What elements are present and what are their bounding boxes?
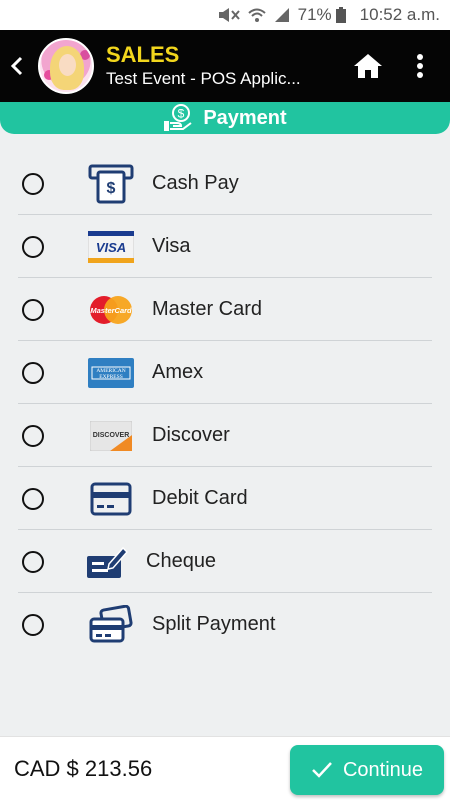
- more-menu-button[interactable]: [410, 46, 430, 86]
- continue-button[interactable]: Continue: [290, 745, 444, 795]
- svg-text:MasterCard: MasterCard: [90, 306, 132, 315]
- clock: 10:52 a.m.: [359, 5, 440, 24]
- payment-option-master-card[interactable]: MasterCard Master Card: [0, 278, 450, 341]
- payment-hand-icon: $: [164, 104, 192, 131]
- split-payment-icon: [88, 604, 134, 645]
- payment-method-list: $ Cash Pay VISA Visa MasterCard Master C…: [0, 152, 450, 656]
- wifi-icon: [247, 7, 266, 23]
- svg-text:EXPRESS: EXPRESS: [99, 374, 123, 380]
- home-icon: [354, 54, 382, 78]
- back-button[interactable]: [2, 30, 32, 102]
- payment-option-cheque[interactable]: Cheque: [0, 530, 450, 593]
- payment-option-discover[interactable]: DISCOVER Discover: [0, 404, 450, 467]
- payment-option-visa[interactable]: VISA Visa: [0, 215, 450, 278]
- payment-option-amex[interactable]: AMERICAN EXPRESS Amex: [0, 341, 450, 404]
- payment-option-label: Split Payment: [152, 613, 276, 635]
- radio-button[interactable]: [22, 172, 44, 195]
- radio-button[interactable]: [22, 235, 44, 258]
- payment-option-split-payment[interactable]: Split Payment: [0, 593, 450, 656]
- payment-option-label: Cash Pay: [152, 172, 239, 194]
- cheque-icon: [84, 542, 130, 582]
- atm-cash-icon: $: [88, 164, 134, 204]
- continue-label: Continue: [342, 758, 424, 781]
- battery-percent: 71%: [297, 5, 332, 24]
- payment-option-debit-card[interactable]: Debit Card: [0, 467, 450, 530]
- visa-card-icon: VISA: [88, 227, 134, 267]
- status-bar: 71% 10:52 a.m.: [0, 0, 450, 30]
- radio-button[interactable]: [22, 613, 44, 636]
- svg-text:VISA: VISA: [96, 240, 126, 255]
- payment-option-label: Visa: [152, 235, 191, 257]
- chevron-left-icon: [10, 56, 23, 76]
- payment-option-label: Amex: [152, 361, 204, 383]
- header-titles: SALES Test Event - POS Applic...: [106, 42, 348, 90]
- home-button[interactable]: [348, 46, 388, 86]
- total-amount: CAD $ 213.56: [14, 756, 153, 781]
- payment-option-label: Cheque: [146, 550, 217, 572]
- payment-section-header: $ Payment: [0, 102, 450, 134]
- checkmark-icon: [311, 761, 333, 779]
- radio-button[interactable]: [22, 361, 44, 384]
- svg-text:$: $: [107, 180, 116, 197]
- discover-card-icon: DISCOVER: [88, 416, 134, 456]
- svg-text:$: $: [178, 107, 185, 121]
- page-title: SALES: [106, 42, 180, 67]
- radio-button[interactable]: [22, 424, 44, 447]
- app-header: SALES Test Event - POS Applic...: [0, 30, 450, 102]
- more-vertical-icon: [417, 54, 423, 78]
- page-subtitle: Test Event - POS Applic...: [106, 69, 301, 88]
- svg-text:DISCOVER: DISCOVER: [93, 432, 130, 439]
- payment-option-label: Discover: [152, 424, 230, 446]
- radio-button[interactable]: [22, 550, 44, 573]
- debit-card-icon: [88, 479, 134, 519]
- signal-icon: [274, 7, 290, 23]
- payment-option-label: Master Card: [152, 298, 263, 320]
- payment-option-cash-pay[interactable]: $ Cash Pay: [0, 152, 450, 215]
- radio-button[interactable]: [22, 487, 44, 510]
- avatar: [38, 38, 94, 94]
- mute-icon: [218, 7, 240, 23]
- amex-card-icon: AMERICAN EXPRESS: [88, 353, 134, 393]
- battery-icon: [335, 7, 346, 23]
- payment-option-label: Debit Card: [152, 487, 248, 509]
- radio-button[interactable]: [22, 298, 44, 321]
- checkout-footer: CAD $ 213.56 Continue: [0, 736, 450, 800]
- mastercard-icon: MasterCard: [88, 290, 134, 330]
- section-title: Payment: [203, 106, 287, 129]
